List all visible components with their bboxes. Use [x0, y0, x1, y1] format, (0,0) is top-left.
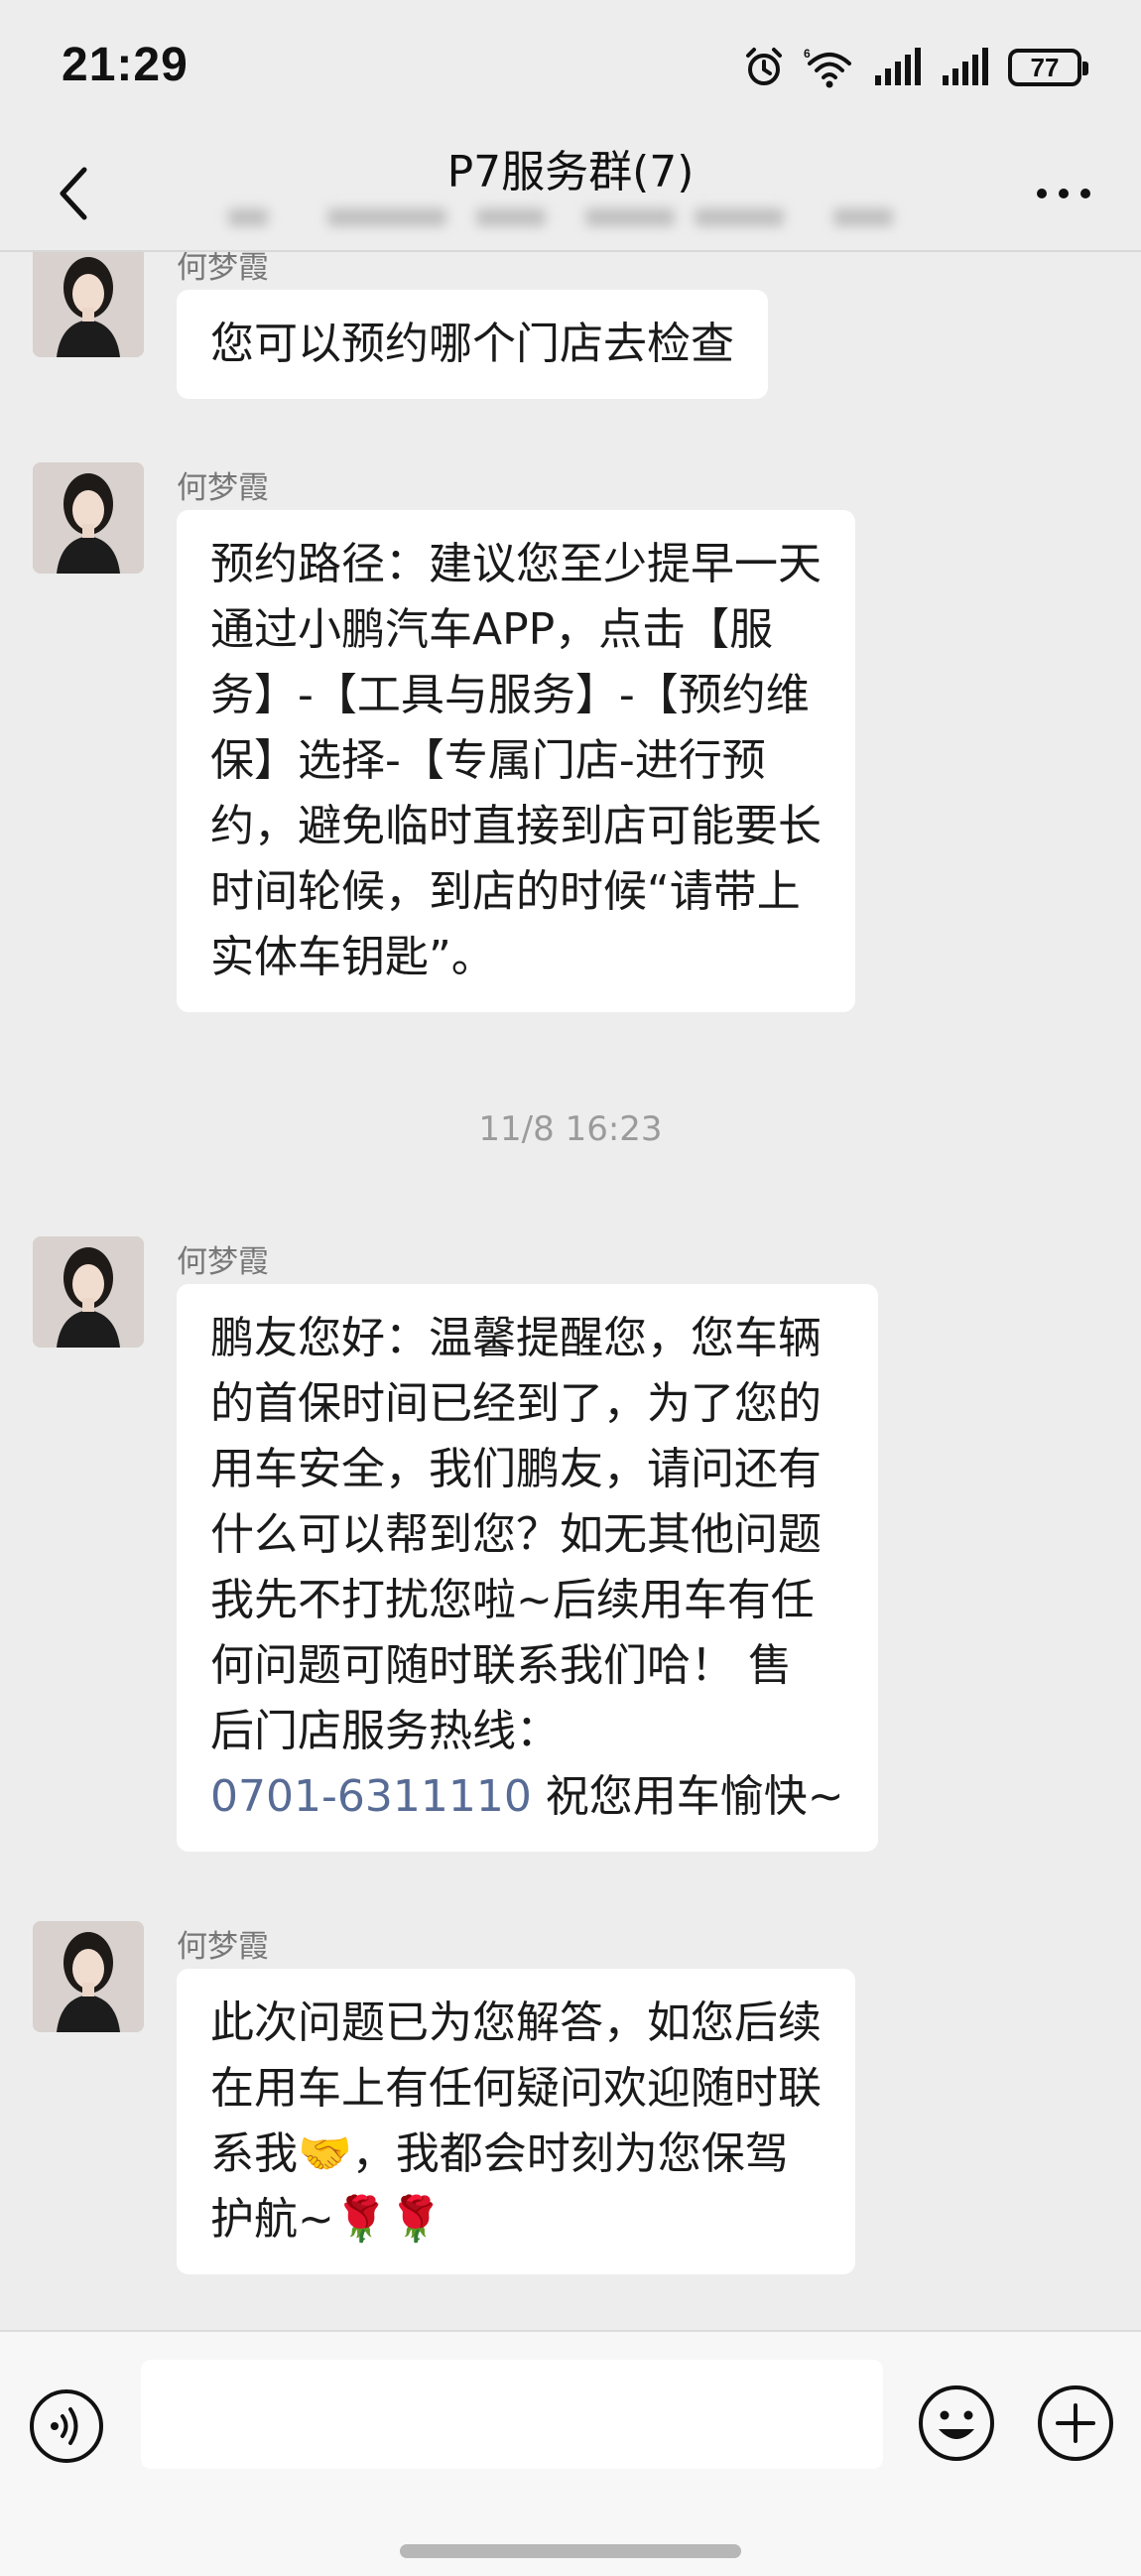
message-text: 在用车上有任何疑问欢迎随时联: [210, 2063, 822, 2114]
message-text: 预约路径：建议您至少提早一天: [210, 539, 822, 589]
message-text: 什么可以帮到您？如无其他问题: [210, 1509, 822, 1560]
status-time: 21:29: [62, 39, 189, 91]
message-text: 我先不打扰您啦~后续用车有任: [210, 1575, 815, 1625]
message-text: 此次问题已为您解答，如您后续: [210, 1997, 822, 2048]
emoji-icon: [919, 2385, 994, 2461]
message-bubble[interactable]: 预约路径：建议您至少提早一天 通过小鹏汽车APP，点击【服 务】-【工具与服务】…: [177, 510, 855, 1012]
message-text-suffix: 祝您用车愉快~: [531, 1771, 844, 1822]
avatar[interactable]: [33, 462, 144, 574]
chat-area[interactable]: 何梦霞 您可以预约哪个门店去检查 何梦霞 预约路径：建议您至少提早一天 通过小鹏…: [0, 252, 1141, 2330]
message-bubble[interactable]: 此次问题已为您解答，如您后续 在用车上有任何疑问欢迎随时联 系我🤝，我都会时刻为…: [177, 1969, 855, 2274]
input-bar: [0, 2330, 1141, 2576]
message-bubble[interactable]: 您可以预约哪个门店去检查: [177, 290, 768, 399]
status-icons: 6 77: [742, 46, 1088, 89]
voice-button[interactable]: [28, 2387, 105, 2465]
signal-icon: [873, 48, 923, 87]
timestamp: 11/8 16:23: [478, 1109, 663, 1149]
message-text: 约，避免临时直接到店可能要长: [210, 801, 822, 851]
message-text: 的首保时间已经到了，为了您的: [210, 1378, 822, 1429]
plus-button[interactable]: [1036, 2383, 1115, 2463]
chat-title: P7服务群(7): [446, 147, 695, 197]
wifi-6-icon: 6: [804, 46, 855, 89]
plus-icon: [1038, 2385, 1113, 2461]
alarm-icon: [742, 46, 786, 89]
sender-name: 何梦霞: [177, 470, 269, 506]
signal-icon: [941, 48, 990, 87]
sender-name: 何梦霞: [177, 1244, 269, 1280]
battery-icon: 77: [1008, 49, 1088, 86]
more-button[interactable]: [1026, 169, 1101, 218]
message-text: 保】选择-【专属门店-进行预: [210, 735, 766, 786]
svg-text:6: 6: [804, 47, 811, 61]
message-bubble[interactable]: 鹏友您好：温馨提醒您，您车辆 的首保时间已经到了，为了您的 用车安全，我们鹏友，…: [177, 1284, 878, 1852]
message-text: 护航~🌹🌹: [210, 2194, 444, 2245]
phone-link[interactable]: 0701-6311110: [210, 1771, 532, 1822]
avatar[interactable]: [33, 252, 144, 357]
message-text: 何问题可随时联系我们哈！ 售: [210, 1640, 792, 1691]
chat-header: P7服务群(7): [0, 139, 1141, 250]
avatar[interactable]: [33, 1921, 144, 2032]
message-text: 您可以预约哪个门店去检查: [210, 319, 734, 369]
sender-name: 何梦霞: [177, 1929, 269, 1965]
message-input[interactable]: [141, 2360, 883, 2469]
message-text: 通过小鹏汽车APP，点击【服: [210, 604, 774, 655]
message-text: 时间轮候，到店的时候“请带上: [210, 866, 801, 917]
message-text: 0701-6311110 祝您用车愉快~: [210, 1764, 844, 1830]
more-icon: [1037, 189, 1090, 198]
battery-level: 77: [1030, 52, 1060, 82]
blurred-subtitle: [228, 194, 943, 238]
sender-name: 何梦霞: [177, 252, 269, 286]
message-text: 务】-【工具与服务】-【预约维: [210, 670, 810, 720]
message-text: 实体车钥匙”。: [210, 932, 495, 982]
voice-icon: [30, 2389, 103, 2463]
message-text: 用车安全，我们鹏友，请问还有: [210, 1444, 822, 1494]
message-text: 鹏友您好：温馨提醒您，您车辆: [210, 1313, 822, 1363]
home-indicator[interactable]: [400, 2544, 741, 2558]
status-bar: 21:29 6 77: [0, 0, 1141, 139]
avatar[interactable]: [33, 1236, 144, 1348]
message-text: 后门店服务热线：: [210, 1706, 560, 1756]
emoji-button[interactable]: [917, 2383, 996, 2463]
message-text: 系我🤝，我都会时刻为您保驾: [210, 2128, 789, 2179]
